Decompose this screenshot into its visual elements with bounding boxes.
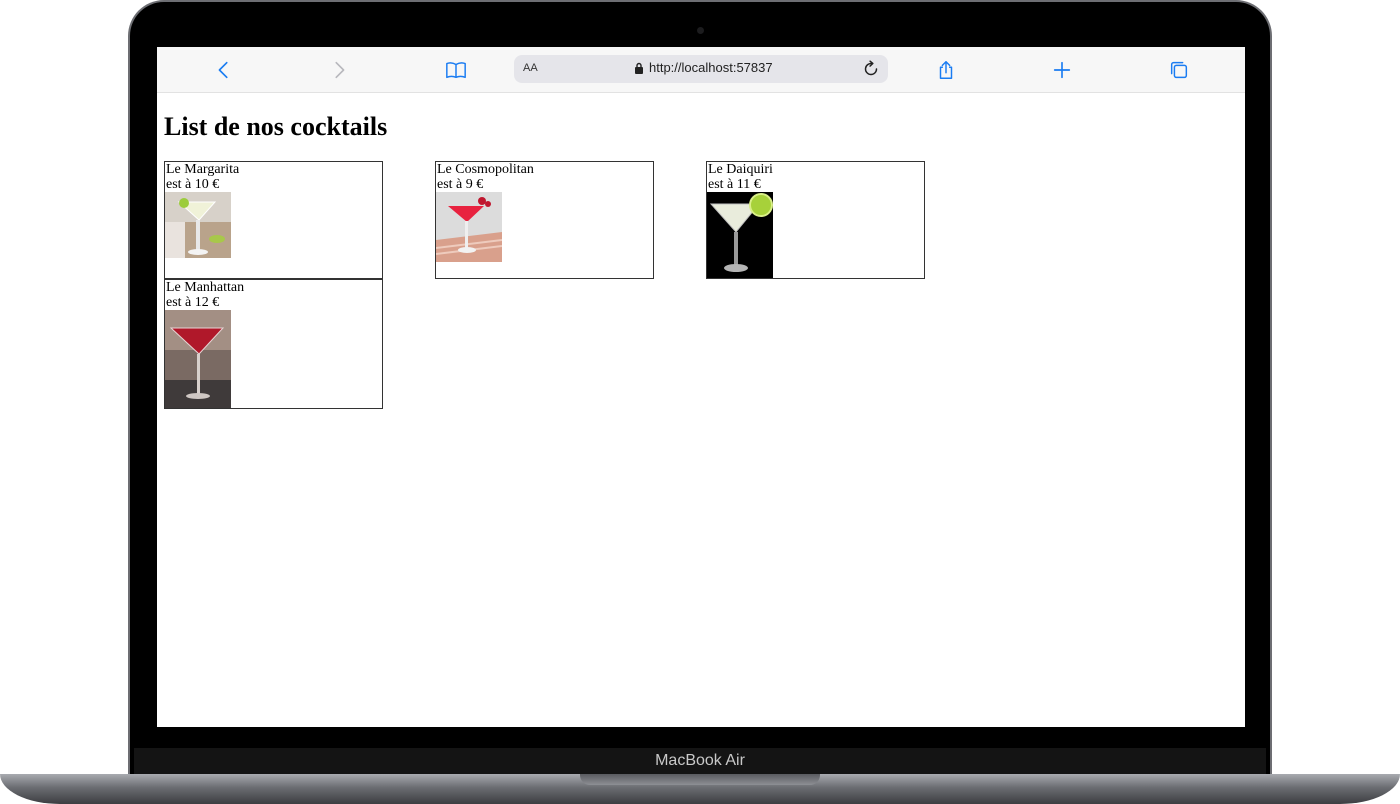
chevron-right-icon — [335, 61, 345, 79]
cocktail-card: Le Cosmopolitan est à 9 € — [435, 161, 654, 279]
cocktail-name: Le Cosmopolitan — [437, 162, 534, 177]
book-icon — [446, 62, 466, 79]
plus-icon — [1053, 61, 1071, 79]
tabs-overview-button[interactable] — [1167, 58, 1191, 82]
margarita-image — [165, 192, 231, 258]
forward-button[interactable] — [327, 58, 351, 82]
address-bar[interactable]: AA http://localhost:57837 — [514, 55, 888, 83]
cocktail-price: est à 10 € — [166, 177, 220, 192]
camera — [697, 27, 704, 34]
laptop-notch — [580, 774, 820, 785]
manhattan-image — [165, 310, 231, 408]
cocktail-name: Le Daiquiri — [708, 162, 773, 177]
reader-text-size-button[interactable]: AA — [523, 62, 538, 74]
share-button[interactable] — [934, 58, 958, 82]
cocktail-card: Le Manhattan est à 12 € — [164, 279, 383, 409]
reload-icon[interactable] — [860, 58, 882, 80]
daiquiri-image — [707, 192, 773, 278]
back-button[interactable] — [212, 58, 236, 82]
device-label: MacBook Air — [655, 752, 745, 769]
cocktail-price: est à 9 € — [437, 177, 484, 192]
cocktail-name: Le Margarita — [166, 162, 240, 177]
new-tab-button[interactable] — [1050, 58, 1074, 82]
browser-screen: AA http://localhost:57837 List de nos co… — [157, 47, 1245, 727]
cocktail-card: Le Margarita est à 10 € — [164, 161, 383, 279]
bookmarks-button[interactable] — [444, 58, 468, 82]
chevron-left-icon — [218, 61, 228, 79]
cocktail-price: est à 12 € — [166, 295, 220, 310]
cosmopolitan-image — [436, 192, 502, 262]
browser-toolbar: AA http://localhost:57837 — [157, 47, 1245, 93]
page-title: List de nos cocktails — [164, 112, 388, 141]
page-content: List de nos cocktails Le Margarita est à… — [157, 93, 1245, 727]
cocktail-name: Le Manhattan — [166, 280, 245, 295]
url-text: http://localhost:57837 — [649, 60, 773, 75]
cocktail-price: est à 11 € — [708, 177, 761, 192]
tabs-icon — [1170, 61, 1188, 79]
share-icon — [939, 61, 953, 79]
cocktail-card: Le Daiquiri est à 11 € — [706, 161, 925, 279]
lock-icon — [635, 62, 643, 74]
